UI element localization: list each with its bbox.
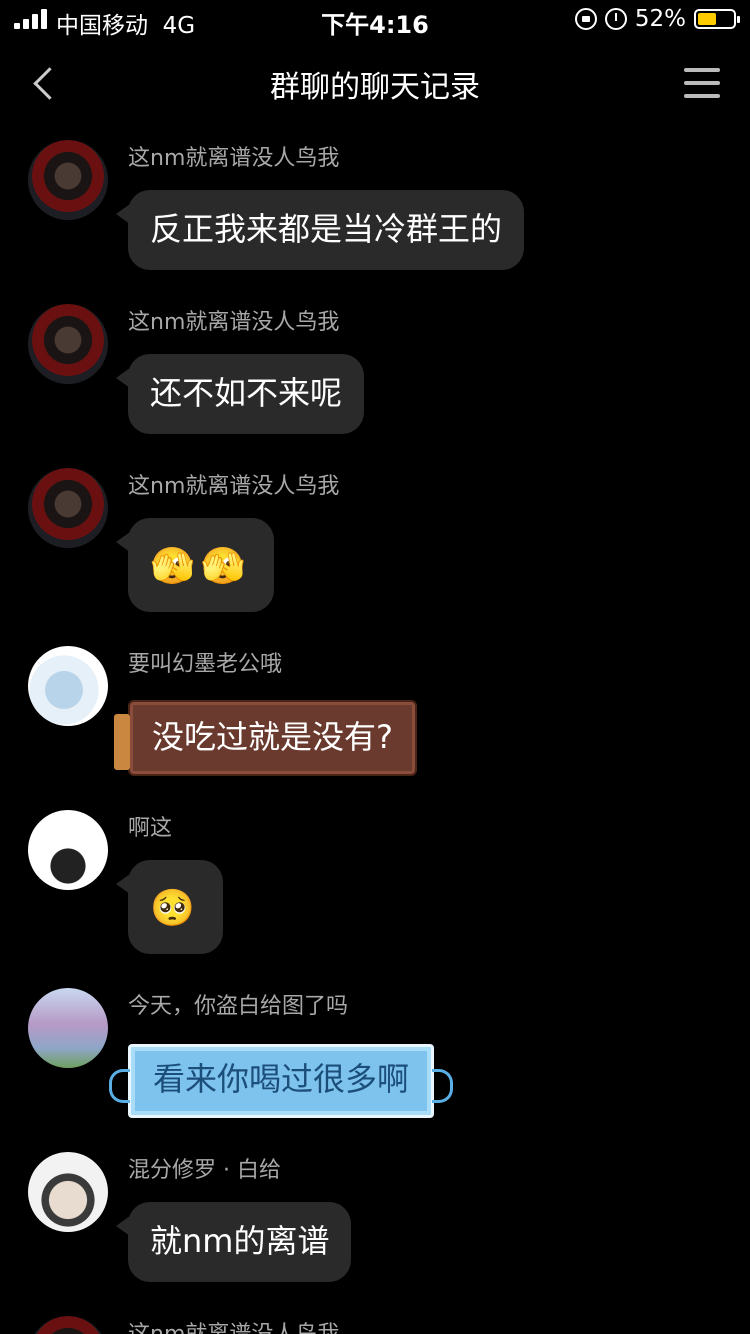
sender-name: 啊这 — [128, 816, 173, 841]
avatar[interactable] — [28, 1152, 108, 1232]
menu-icon[interactable] — [684, 68, 720, 100]
chat-list[interactable]: 这nm就离谱没人鸟我 反正我来都是当冷群王的 这nm就离谱没人鸟我 还不如不来呢… — [0, 130, 750, 1334]
message-bubble[interactable]: 🥺 — [116, 860, 223, 954]
sender-name: 混分修罗 · 白给 — [128, 1158, 281, 1183]
sender-name: 这nm就离谱没人鸟我 — [128, 474, 340, 499]
message-text: 反正我来都是当冷群王的 — [150, 210, 503, 248]
avatar[interactable] — [28, 810, 108, 890]
emoji-icon: 🫣 — [200, 546, 246, 587]
message-text: 还不如不来呢 — [150, 374, 343, 412]
sender-name: 要叫幻墨老公哦 — [128, 652, 283, 677]
message-bubble[interactable]: 反正我来都是当冷群王的 — [115, 190, 525, 270]
avatar[interactable] — [28, 646, 108, 726]
emoji-icon: 🥺 — [150, 888, 195, 929]
avatar[interactable] — [28, 140, 108, 220]
page-title: 群聊的聊天记录 — [270, 70, 480, 105]
status-right: 52% — [574, 6, 740, 32]
chevron-left-icon[interactable] — [30, 62, 70, 106]
avatar[interactable] — [28, 468, 108, 548]
message-text: 没吃过就是没有? — [152, 718, 393, 756]
sender-name: 今天，你盗白给图了吗 — [128, 994, 349, 1019]
rotation-lock-icon — [574, 8, 597, 30]
message-text: 就nm的离谱 — [150, 1222, 330, 1260]
message-bubble[interactable]: 没吃过就是没有? — [114, 700, 417, 776]
battery-fill — [698, 13, 716, 25]
avatar[interactable] — [28, 304, 108, 384]
emoji-icon: 🫣 — [150, 546, 195, 587]
nav-bar: 群聊的聊天记录 — [0, 48, 750, 122]
avatar[interactable] — [28, 988, 108, 1068]
sender-name: 这nm就离谱没人鸟我 — [128, 1316, 339, 1334]
battery-percent: 52% — [634, 6, 686, 32]
status-bar: 中国移动 4G 下午4:16 52% — [0, 0, 750, 40]
sender-name: 这nm就离谱没人鸟我 — [128, 310, 340, 335]
avatar[interactable] — [28, 1316, 108, 1334]
sender-name: 这nm就离谱没人鸟我 — [128, 146, 340, 171]
message-bubble[interactable]: 🫣 🫣 — [116, 518, 274, 612]
alarm-icon — [604, 8, 627, 30]
message-bubble[interactable]: 看来你喝过很多啊 — [108, 1044, 454, 1118]
message-text: 看来你喝过很多啊 — [153, 1060, 410, 1098]
message-bubble[interactable]: 就nm的离谱 — [115, 1202, 352, 1282]
battery-icon — [694, 9, 740, 29]
message-bubble[interactable]: 还不如不来呢 — [115, 354, 365, 434]
